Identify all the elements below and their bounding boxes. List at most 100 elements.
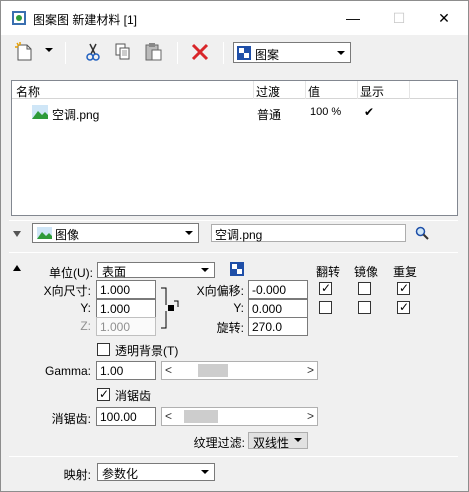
antialias-value-field[interactable]: 100.00 [96,407,156,426]
antialias-value-label: 消锯齿: [51,412,91,426]
window-title: 图案图 新建材料 [1] [33,13,138,27]
minimize-button[interactable]: — [330,1,376,35]
close-button[interactable]: ✕ [421,1,467,35]
gamma-slider[interactable]: < > [161,361,318,380]
chevron-down-icon [337,51,345,55]
mirror-header: 镜像 [354,265,379,279]
gamma-label: Gamma: [44,364,91,378]
search-icon[interactable] [415,226,429,240]
paste-icon[interactable] [143,41,165,63]
antialias-slider[interactable]: < > [161,407,318,426]
transparent-bg-label: 透明背景(T) [115,344,179,358]
rotation-label: 旋转: [216,321,244,335]
maximize-button[interactable]: ☐ [376,1,422,35]
check-icon: ✓ [321,281,332,295]
size-z-field[interactable]: 1.000 [96,317,156,336]
column-header-name[interactable]: 名称 [16,83,40,100]
column-divider[interactable] [357,81,358,99]
title-bar: 图案图 新建材料 [1] — ☐ ✕ [1,1,468,35]
check-icon: ✓ [399,300,410,314]
antialias-label: 消锯齿 [115,389,152,403]
size-z-label: Z: [80,319,91,333]
slider-left-arrow[interactable]: < [165,363,172,377]
new-icon[interactable] [13,41,35,63]
offset-y-label: Y: [233,301,244,315]
map-list[interactable]: 名称 过渡 值 显示 空调.png 普通 100 % ✔ [11,80,458,216]
texture-filter-select[interactable]: 双线性 [248,432,308,450]
pattern-icon [237,46,251,60]
slider-right-arrow[interactable]: > [307,363,314,377]
map-name: 空调.png [52,108,100,122]
size-y-label: Y: [80,301,91,315]
slider-thumb[interactable] [184,410,218,423]
column-header-transition[interactable]: 过渡 [256,83,280,100]
new-dropdown-arrow[interactable] [45,48,53,52]
copy-icon[interactable] [112,41,134,63]
mapping-select[interactable]: 参数化 [97,463,215,481]
material-pattern-window: 图案图 新建材料 [1] — ☐ ✕ 图案 名称 过渡 值 显示 空调.png … [0,0,469,492]
column-divider[interactable] [305,81,306,99]
cut-icon[interactable] [82,41,104,63]
delete-icon[interactable] [189,41,211,63]
list-item[interactable]: 空调.png 普通 100 % ✔ [12,103,457,123]
slider-left-arrow[interactable]: < [165,409,172,423]
offset-x-label: X向偏移: [196,284,244,298]
size-y-field[interactable]: 1.000 [96,299,156,318]
mirror-x-checkbox[interactable] [358,282,371,295]
column-divider[interactable] [253,81,254,99]
toolbar-separator [177,42,178,64]
slider-thumb[interactable] [198,364,228,377]
app-icon [12,11,26,25]
column-header-value[interactable]: 值 [308,83,320,100]
slider-right-arrow[interactable]: > [307,409,314,423]
units-label: 单位(U): [49,266,93,280]
gamma-field[interactable]: 1.00 [96,361,156,380]
column-header-display[interactable]: 显示 [360,83,384,100]
toolbar-separator [223,42,224,64]
repeat-header: 重复 [393,265,418,279]
rotation-field[interactable]: 270.0 [248,317,308,336]
map-transition: 普通 [257,108,282,122]
toolbar-separator [65,42,66,64]
check-icon: ✓ [99,387,110,401]
offset-x-field[interactable]: -0.000 [248,280,308,299]
transparent-bg-checkbox[interactable] [97,343,110,356]
pattern-icon[interactable] [230,262,244,276]
repeat-x-checkbox[interactable]: ✓ [397,281,410,295]
toolbar: 图案 [1,35,468,69]
chevron-down-icon [294,438,302,442]
mapping-value: 参数化 [102,467,139,481]
image-icon [37,227,52,239]
offset-y-field[interactable]: 0.000 [248,299,308,318]
units-select[interactable]: 表面 [97,262,215,279]
repeat-y-checkbox[interactable]: ✓ [397,300,410,314]
map-source-select[interactable]: 图像 [32,223,199,243]
map-type-select[interactable]: 图案 [233,42,351,63]
image-filename-field[interactable]: 空调.png [211,224,406,242]
map-type-label: 图案 [255,48,280,62]
flip-y-checkbox[interactable] [319,301,332,314]
antialias-checkbox[interactable]: ✓ [97,387,110,401]
flip-header: 翻转 [316,265,341,279]
collapse-arrow-icon[interactable] [13,231,21,237]
map-display-check[interactable]: ✔ [364,105,374,119]
flip-x-checkbox[interactable]: ✓ [319,281,332,295]
map-value: 100 % [310,106,342,118]
image-icon [32,105,48,119]
size-x-label: X向尺寸: [43,284,91,298]
list-header: 名称 过渡 值 显示 [12,81,457,99]
separator [9,252,458,253]
separator [9,456,458,457]
size-x-field[interactable]: 1.000 [96,280,156,299]
mirror-y-checkbox[interactable] [358,301,371,314]
texture-filter-value: 双线性 [253,436,290,450]
check-icon: ✓ [399,281,410,295]
column-divider[interactable] [409,81,410,99]
chevron-down-icon [201,268,209,272]
mapping-label: 映射: [63,468,91,482]
separator [9,220,458,221]
collapse-arrow-icon[interactable] [13,265,21,271]
chevron-down-icon [185,231,193,235]
units-value: 表面 [102,265,127,279]
chevron-down-icon [201,470,209,474]
